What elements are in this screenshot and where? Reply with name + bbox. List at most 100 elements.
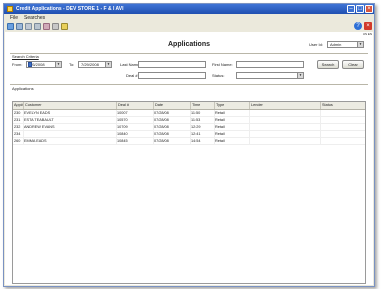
- cell-divider: [116, 124, 117, 130]
- cell-divider: [249, 138, 250, 144]
- table-cell: Retail: [215, 111, 225, 115]
- from-label: From:: [12, 62, 23, 67]
- cell-divider: [320, 117, 321, 123]
- delete-icon[interactable]: [43, 23, 50, 30]
- table-row[interactable]: 232 ANDREW EVANS 10709 07/28/08 12:29 Retail: [13, 124, 365, 131]
- col-app[interactable]: App#: [13, 102, 23, 109]
- cell-divider: [214, 124, 215, 130]
- cell-divider: [190, 117, 191, 123]
- to-date-input[interactable]: 7/29/2008 ▼: [78, 61, 112, 68]
- cell-divider: [249, 131, 250, 137]
- new-icon[interactable]: [7, 23, 14, 30]
- to-date-value: 7/29/2008: [81, 62, 99, 67]
- table-cell: 10007: [117, 111, 128, 115]
- table-cell: Retail: [215, 125, 225, 129]
- cell-divider: [249, 117, 250, 123]
- last-name-input[interactable]: [138, 61, 206, 68]
- to-label: To:: [69, 62, 75, 67]
- cell-divider: [190, 110, 191, 116]
- table-cell: 07/28/08: [154, 132, 169, 136]
- print-icon[interactable]: [25, 23, 32, 30]
- user-id-value: Admin: [330, 42, 342, 47]
- table-cell: EMMA EADS: [24, 139, 47, 143]
- user-id-select[interactable]: Admin ▼: [327, 41, 364, 48]
- title-bar[interactable]: Credit Applications - DEV STORE 1 - F & …: [4, 4, 374, 14]
- table-cell: Retail: [215, 139, 225, 143]
- cell-divider: [23, 138, 24, 144]
- cell-divider: [23, 117, 24, 123]
- search-button[interactable]: Search: [317, 60, 339, 69]
- first-name-input[interactable]: [236, 61, 304, 68]
- close-window-icon[interactable]: ×: [365, 5, 373, 13]
- calendar-icon[interactable]: [28, 62, 32, 67]
- table-cell: 12:41: [191, 132, 201, 136]
- window-title: Credit Applications - DEV STORE 1 - F & …: [16, 6, 124, 12]
- cell-divider: [153, 138, 154, 144]
- table-cell: 07/28/08: [154, 139, 169, 143]
- help-icon[interactable]: ?: [354, 22, 362, 30]
- table-row[interactable]: 231 ESTA TEABAULT 10570 07/28/08 11:53 Retail: [13, 117, 365, 124]
- cell-divider: [190, 124, 191, 130]
- table-row[interactable]: 234 10840 07/28/08 12:41 Retail: [13, 131, 365, 138]
- grid-header: App# Customer Deal # Date Time Type Lend…: [13, 102, 365, 110]
- table-cell: 10845: [117, 139, 128, 143]
- maximize-icon[interactable]: □: [356, 5, 364, 13]
- table-cell: 07/28/08: [154, 111, 169, 115]
- status-select[interactable]: ▼: [236, 72, 304, 79]
- col-deal[interactable]: Deal #: [116, 102, 153, 109]
- app-icon: [7, 6, 13, 12]
- status-label: Status:: [212, 73, 225, 78]
- table-cell: 11:50: [191, 111, 201, 115]
- table-cell: 10709: [117, 125, 128, 129]
- table-cell: EVELYN EADS: [24, 111, 51, 115]
- col-type[interactable]: Type: [214, 102, 249, 109]
- toolbar: [4, 22, 374, 32]
- deal-label: Deal #:: [126, 73, 139, 78]
- cell-divider: [320, 138, 321, 144]
- table-cell: 12:29: [191, 125, 201, 129]
- clear-button[interactable]: Clear: [342, 60, 364, 69]
- table-cell: 07/28/08: [154, 118, 169, 122]
- table-row[interactable]: 230 EVELYN EADS 10007 07/28/08 11:50 Retail: [13, 110, 365, 117]
- cell-divider: [214, 117, 215, 123]
- col-status[interactable]: Status: [320, 102, 365, 109]
- table-cell: Retail: [215, 118, 225, 122]
- table-cell: ESTA TEABAULT: [24, 118, 54, 122]
- first-name-label: First Name:: [212, 62, 233, 67]
- close-form-icon[interactable]: ×: [364, 22, 372, 30]
- col-time[interactable]: Time: [190, 102, 214, 109]
- table-cell: ANDREW EVANS: [24, 125, 55, 129]
- application-window: Credit Applications - DEV STORE 1 - F & …: [3, 3, 375, 287]
- chevron-down-icon: ▼: [357, 42, 363, 47]
- chevron-down-icon: ▼: [297, 73, 303, 78]
- table-cell: Retail: [215, 132, 225, 136]
- menu-searches[interactable]: Searches: [24, 15, 45, 21]
- col-lender[interactable]: Lender: [249, 102, 320, 109]
- cell-divider: [116, 131, 117, 137]
- cell-divider: [320, 124, 321, 130]
- col-date[interactable]: Date: [153, 102, 190, 109]
- col-customer[interactable]: Customer: [23, 102, 116, 109]
- open-icon[interactable]: [16, 23, 23, 30]
- cell-divider: [320, 131, 321, 137]
- cell-divider: [153, 117, 154, 123]
- menu-file[interactable]: File: [10, 15, 18, 21]
- cell-divider: [153, 131, 154, 137]
- refresh-icon[interactable]: [34, 23, 41, 30]
- table-cell: 11:53: [191, 118, 201, 122]
- cell-divider: [214, 131, 215, 137]
- applications-label: Applications: [12, 86, 34, 91]
- cell-divider: [249, 124, 250, 130]
- table-row[interactable]: 260 EMMA EADS 10845 07/28/08 14:54 Retail: [13, 138, 365, 145]
- deal-input[interactable]: [138, 72, 206, 79]
- table-cell: 14:54: [191, 139, 201, 143]
- table-cell: 10570: [117, 118, 128, 122]
- cell-divider: [116, 117, 117, 123]
- minimize-icon[interactable]: –: [347, 5, 355, 13]
- applications-grid[interactable]: App# Customer Deal # Date Time Type Lend…: [12, 101, 366, 284]
- cell-divider: [23, 124, 24, 130]
- chevron-down-icon: ▼: [105, 62, 111, 67]
- edit-icon[interactable]: [61, 23, 68, 30]
- export-icon[interactable]: [52, 23, 59, 30]
- cell-divider: [153, 124, 154, 130]
